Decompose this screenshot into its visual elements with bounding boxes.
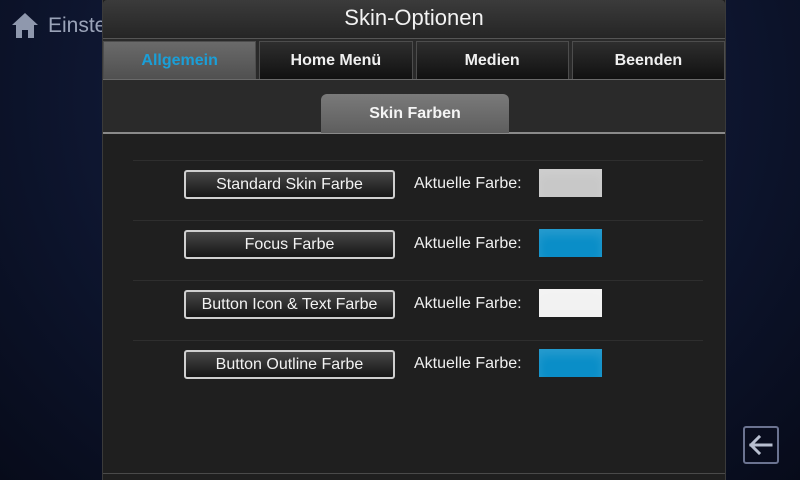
tab-medien[interactable]: Medien (415, 41, 569, 79)
tab-home-menu[interactable]: Home Menü (259, 41, 413, 79)
button-outline-color-button[interactable]: Button Outline Farbe (184, 350, 395, 379)
current-color-swatch (539, 229, 602, 257)
color-options-list: Standard Skin Farbe Aktuelle Farbe: Focu… (103, 134, 725, 480)
tab-bar: Allgemein Home Menü Medien Beenden (103, 39, 725, 80)
subtab-row: Skin Farben (103, 80, 725, 134)
option-row: Standard Skin Farbe Aktuelle Farbe: (133, 160, 703, 219)
current-color-label: Aktuelle Farbe: (414, 175, 522, 192)
home-icon[interactable] (10, 10, 40, 40)
current-color-label: Aktuelle Farbe: (414, 295, 522, 312)
background-title: Einste (48, 14, 107, 37)
back-arrow-icon (749, 435, 773, 455)
dialog-bottom-divider (103, 473, 725, 474)
standard-skin-color-button[interactable]: Standard Skin Farbe (184, 170, 395, 199)
back-button[interactable] (743, 426, 779, 464)
skin-options-dialog: Skin-Optionen Allgemein Home Menü Medien… (102, 0, 726, 480)
tab-allgemein[interactable]: Allgemein (103, 41, 257, 79)
current-color-label: Aktuelle Farbe: (414, 355, 522, 372)
current-color-swatch (539, 169, 602, 197)
button-icon-text-color-button[interactable]: Button Icon & Text Farbe (184, 290, 395, 319)
focus-color-button[interactable]: Focus Farbe (184, 230, 395, 259)
current-color-swatch (539, 289, 602, 317)
tab-beenden[interactable]: Beenden (571, 41, 725, 79)
dialog-title: Skin-Optionen (103, 0, 725, 39)
option-row: Button Outline Farbe Aktuelle Farbe: (133, 340, 703, 399)
current-color-label: Aktuelle Farbe: (414, 235, 522, 252)
subtab-skin-farben[interactable]: Skin Farben (321, 94, 509, 133)
option-row: Focus Farbe Aktuelle Farbe: (133, 220, 703, 279)
current-color-swatch (539, 349, 602, 377)
option-row: Button Icon & Text Farbe Aktuelle Farbe: (133, 280, 703, 339)
